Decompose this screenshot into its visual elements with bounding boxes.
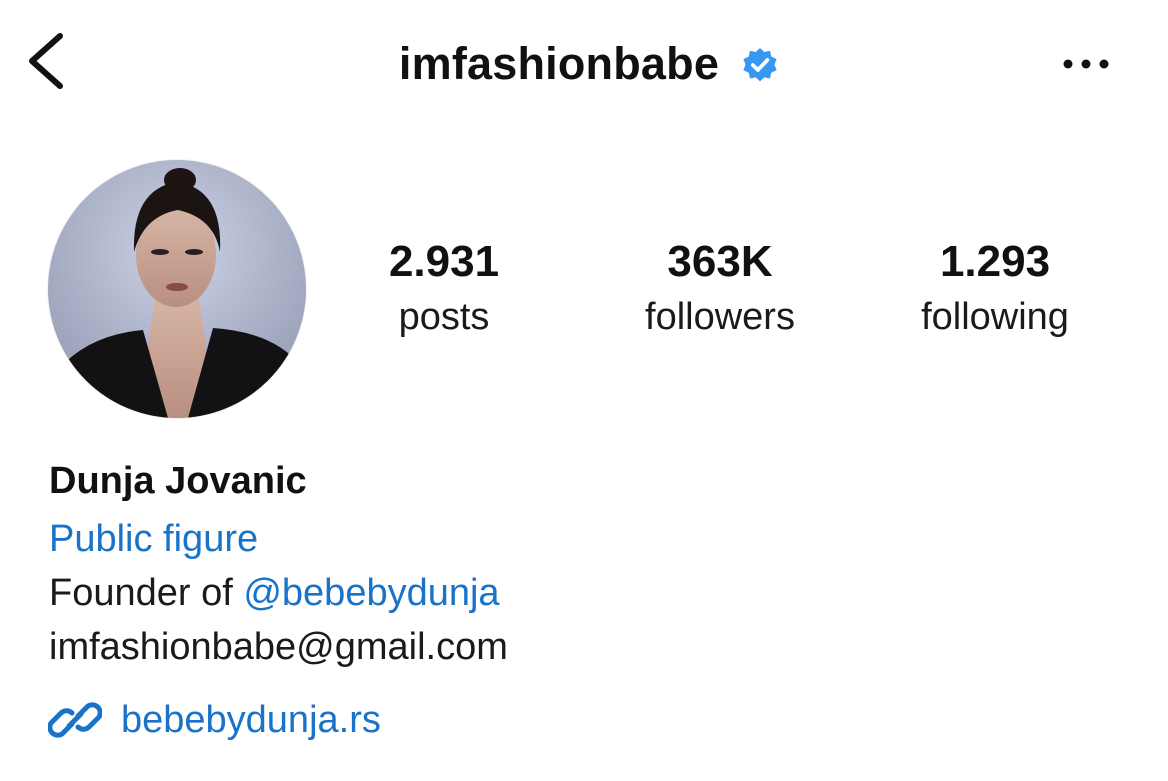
followers-count: 363K <box>667 237 773 286</box>
bio-mention-link[interactable]: @bebebydunja <box>243 572 499 614</box>
more-options-button[interactable] <box>1056 48 1116 80</box>
stat-posts[interactable]: 2.931 posts <box>324 232 564 342</box>
profile-category: Public figure <box>49 518 259 560</box>
website-link-text: bebebydunja.rs <box>121 699 381 741</box>
bio-prefix: Founder of <box>49 572 244 614</box>
bio-email: imfashionbabe@gmail.com <box>49 626 508 668</box>
posts-count: 2.931 <box>388 237 500 286</box>
profile-header: imfashionbabe <box>0 36 1168 92</box>
bio-text: Founder of @bebebydunja <box>49 568 500 618</box>
avatar-image <box>48 160 306 418</box>
following-label: following <box>921 296 1069 338</box>
following-count: 1.293 <box>939 237 1051 286</box>
posts-label: posts <box>398 296 490 338</box>
verified-badge-icon <box>743 47 777 82</box>
profile-avatar[interactable] <box>48 160 306 418</box>
profile-full-name: Dunja Jovanic <box>49 460 307 502</box>
stat-following[interactable]: 1.293 following <box>875 232 1115 342</box>
more-horizontal-icon <box>1063 59 1109 69</box>
profile-website-link[interactable]: bebebydunja.rs <box>48 690 381 750</box>
link-icon <box>48 702 102 738</box>
profile-username: imfashionbabe <box>398 38 720 89</box>
stat-followers[interactable]: 363K followers <box>600 232 840 342</box>
followers-label: followers <box>645 296 795 338</box>
